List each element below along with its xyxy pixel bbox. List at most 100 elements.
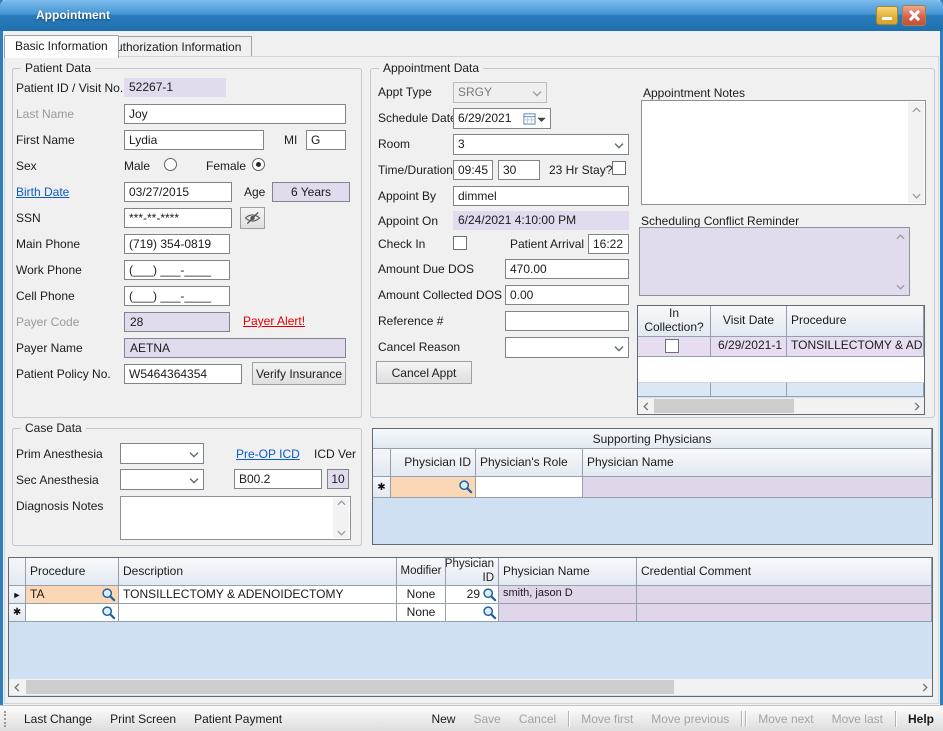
procedure-col-physician-id[interactable]: Physician ID — [446, 558, 499, 586]
procedure-col-modifier[interactable]: Modifier — [397, 558, 446, 586]
procedure-col-description[interactable]: Description — [119, 558, 397, 586]
scroll-down-icon[interactable] — [333, 528, 349, 538]
scroll-down-icon[interactable] — [892, 279, 908, 294]
supporting-new-physician-name-cell[interactable] — [583, 477, 932, 498]
procedure-row1-selector[interactable]: ► — [9, 586, 26, 604]
work-phone-field[interactable]: (___) ___-____ — [124, 260, 230, 280]
collection-col-visit-date[interactable]: Visit Date — [711, 306, 787, 337]
minimize-button[interactable] — [876, 6, 898, 25]
appointment-notes-textarea[interactable] — [641, 100, 926, 205]
appt-type-combo[interactable]: SRGY — [453, 82, 547, 103]
cell-phone-field[interactable]: (___) ___-____ — [124, 286, 230, 306]
help-button[interactable]: Help — [899, 712, 943, 726]
duration-field[interactable]: 30 — [498, 160, 540, 180]
scroll-right-icon[interactable] — [909, 399, 924, 414]
print-screen-button[interactable]: Print Screen — [101, 712, 185, 726]
schedule-date-picker[interactable]: 6/29/2021 — [453, 108, 551, 129]
sec-anesthesia-combo[interactable] — [120, 469, 204, 490]
supporting-new-physician-role-cell[interactable] — [476, 477, 583, 498]
birth-date-field[interactable]: 03/27/2015 — [124, 182, 232, 202]
procedure-row1-procedure-cell[interactable]: TA — [26, 586, 119, 604]
scroll-left-icon[interactable] — [9, 680, 24, 695]
procedure-row1-credential[interactable] — [637, 586, 932, 604]
notes-scrollbar[interactable] — [908, 102, 924, 203]
stay-checkbox[interactable] — [612, 161, 626, 175]
close-button[interactable] — [902, 5, 926, 26]
collection-row-procedure[interactable]: TONSILLECTOMY & ADENOIDECTOMY — [787, 337, 924, 357]
new-button[interactable]: New — [422, 712, 464, 726]
procedure-row1-description[interactable]: TONSILLECTOMY & ADENOIDECTOMY — [119, 586, 397, 604]
scroll-up-icon[interactable] — [892, 229, 908, 244]
amount-due-field[interactable]: 470.00 — [505, 259, 629, 279]
search-icon[interactable] — [101, 587, 116, 602]
search-icon[interactable] — [482, 587, 497, 602]
ssn-field[interactable]: ***-**-**** — [124, 208, 232, 228]
toolbar-grip-icon[interactable] — [4, 711, 7, 727]
scroll-down-icon[interactable] — [908, 188, 924, 203]
procedure-row1-physician-id[interactable]: 29 — [446, 586, 499, 604]
policy-no-field[interactable]: W5464364354 — [124, 364, 242, 384]
payer-alert-link[interactable]: Payer Alert! — [243, 314, 305, 328]
patient-payment-button[interactable]: Patient Payment — [185, 712, 291, 726]
amount-collected-field[interactable]: 0.00 — [505, 285, 629, 305]
diagnosis-scrollbar[interactable] — [333, 498, 349, 538]
supporting-new-physician-id-cell[interactable] — [391, 477, 476, 498]
scroll-left-icon[interactable] — [638, 399, 653, 414]
cancel-button[interactable]: Cancel — [510, 712, 565, 726]
reference-field[interactable] — [505, 311, 629, 331]
female-radio[interactable] — [252, 158, 265, 171]
patient-arrival-field[interactable]: 16:22 — [588, 234, 629, 254]
procedure-hscroll-thumb[interactable] — [26, 680, 674, 694]
save-button[interactable]: Save — [464, 712, 509, 726]
in-collection-checkbox[interactable] — [665, 339, 679, 353]
collection-row-visit-date[interactable]: 6/29/2021-1 — [711, 337, 787, 357]
move-next-button[interactable]: Move next — [749, 712, 822, 726]
prim-anesthesia-combo[interactable] — [120, 443, 204, 464]
procedure-row2-selector[interactable]: ✱ — [9, 604, 26, 622]
appoint-by-field[interactable]: dimmel — [453, 186, 629, 206]
last-name-field[interactable]: Joy — [124, 104, 346, 124]
procedure-hscrollbar[interactable] — [9, 679, 932, 695]
supporting-col-physician-name[interactable]: Physician Name — [583, 449, 932, 477]
scroll-up-icon[interactable] — [333, 498, 349, 508]
preop-icd-link[interactable]: Pre-OP ICD — [236, 447, 300, 461]
procedure-row2-procedure-cell[interactable] — [26, 604, 119, 622]
supporting-col-physician-id[interactable]: Physician ID — [391, 449, 476, 477]
procedure-row1-physician-name[interactable]: smith, jason D — [499, 586, 637, 604]
scroll-up-icon[interactable] — [908, 102, 924, 117]
procedure-row2-physician-name[interactable] — [499, 604, 637, 622]
verify-insurance-button[interactable]: Verify Insurance — [252, 362, 346, 385]
cancel-reason-combo[interactable] — [505, 337, 629, 358]
procedure-row2-description[interactable] — [119, 604, 397, 622]
birth-date-link[interactable]: Birth Date — [16, 185, 69, 199]
mi-field[interactable]: G — [306, 130, 346, 150]
scroll-right-icon[interactable] — [917, 680, 932, 695]
first-name-field[interactable]: Lydia — [124, 130, 264, 150]
search-icon[interactable] — [482, 605, 497, 620]
procedure-col-procedure[interactable]: Procedure — [26, 558, 119, 586]
date-dropdown-icon[interactable] — [537, 116, 546, 122]
main-phone-field[interactable]: (719) 354-0819 — [124, 234, 230, 254]
collection-hscrollbar[interactable] — [638, 398, 924, 414]
conflict-scrollbar[interactable] — [892, 229, 908, 294]
procedure-col-physician-name[interactable]: Physician Name — [499, 558, 637, 586]
preop-icd-field[interactable]: B00.2 — [234, 469, 322, 489]
procedure-row2-modifier[interactable]: None — [397, 604, 446, 622]
male-radio[interactable] — [164, 158, 177, 171]
tab-authorization-information[interactable]: Authorization Information — [97, 36, 252, 57]
procedure-row2-credential[interactable] — [637, 604, 932, 622]
tab-basic-information[interactable]: Basic Information — [4, 35, 119, 58]
move-previous-button[interactable]: Move previous — [642, 712, 738, 726]
cancel-appt-button[interactable]: Cancel Appt — [376, 361, 472, 384]
diagnosis-notes-textarea[interactable] — [120, 496, 351, 540]
collection-col-procedure[interactable]: Procedure — [787, 306, 924, 337]
move-last-button[interactable]: Move last — [823, 712, 892, 726]
procedure-row1-modifier[interactable]: None — [397, 586, 446, 604]
collection-col-in-collection[interactable]: In Collection? — [638, 306, 711, 337]
search-icon[interactable] — [458, 479, 473, 494]
move-first-button[interactable]: Move first — [572, 712, 642, 726]
supporting-col-physician-role[interactable]: Physician's Role — [476, 449, 583, 477]
collection-hscroll-thumb[interactable] — [654, 399, 794, 413]
time-field[interactable]: 09:45 — [453, 160, 493, 180]
procedure-row2-physician-id[interactable] — [446, 604, 499, 622]
